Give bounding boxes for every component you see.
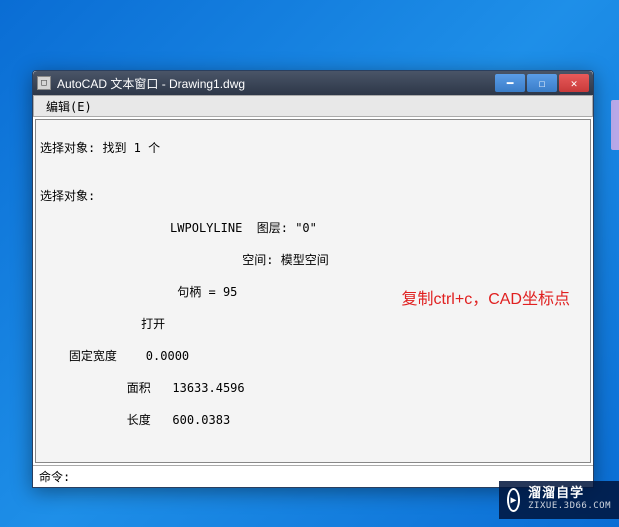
selected-coordinates[interactable]: 于端点 X= 295.4944 Y= 26.0211 Z= 0.0000 于端点… [40, 452, 586, 463]
titlebar[interactable]: □ AutoCAD 文本窗口 - Drawing1.dwg ━ ☐ ✕ [33, 71, 593, 95]
output-line: LWPOLYLINE 图层: "0" [40, 220, 586, 236]
watermark-url: ZIXUE.3D66.COM [528, 500, 611, 513]
output-line: 选择对象: 找到 1 个 [40, 140, 586, 156]
minimize-button[interactable]: ━ [495, 74, 525, 92]
output-line: 选择对象: [40, 188, 586, 204]
background-element [611, 100, 619, 150]
window-title: AutoCAD 文本窗口 - Drawing1.dwg [57, 75, 495, 92]
watermark-title: 溜溜自学 [528, 487, 611, 500]
watermark: ▶ 溜溜自学 ZIXUE.3D66.COM [499, 481, 619, 519]
output-line: 长度 600.0383 [40, 412, 586, 428]
app-icon: □ [37, 76, 51, 90]
annotation-text: 复制ctrl+c，CAD坐标点 [402, 292, 570, 308]
output-line: 打开 [40, 316, 586, 332]
window-controls: ━ ☐ ✕ [495, 74, 589, 92]
autocad-text-window: □ AutoCAD 文本窗口 - Drawing1.dwg ━ ☐ ✕ 编辑(E… [32, 70, 594, 488]
output-line: 空间: 模型空间 [40, 252, 586, 268]
menubar: 编辑(E) [33, 95, 593, 117]
command-prompt: 命令: [39, 468, 70, 485]
play-icon: ▶ [507, 488, 520, 512]
close-button[interactable]: ✕ [559, 74, 589, 92]
menu-edit[interactable]: 编辑(E) [40, 96, 98, 117]
maximize-button[interactable]: ☐ [527, 74, 557, 92]
text-content-area[interactable]: 选择对象: 找到 1 个 选择对象: LWPOLYLINE 图层: "0" 空间… [35, 119, 591, 463]
output-line: 面积 13633.4596 [40, 380, 586, 396]
output-line: 固定宽度 0.0000 [40, 348, 586, 364]
